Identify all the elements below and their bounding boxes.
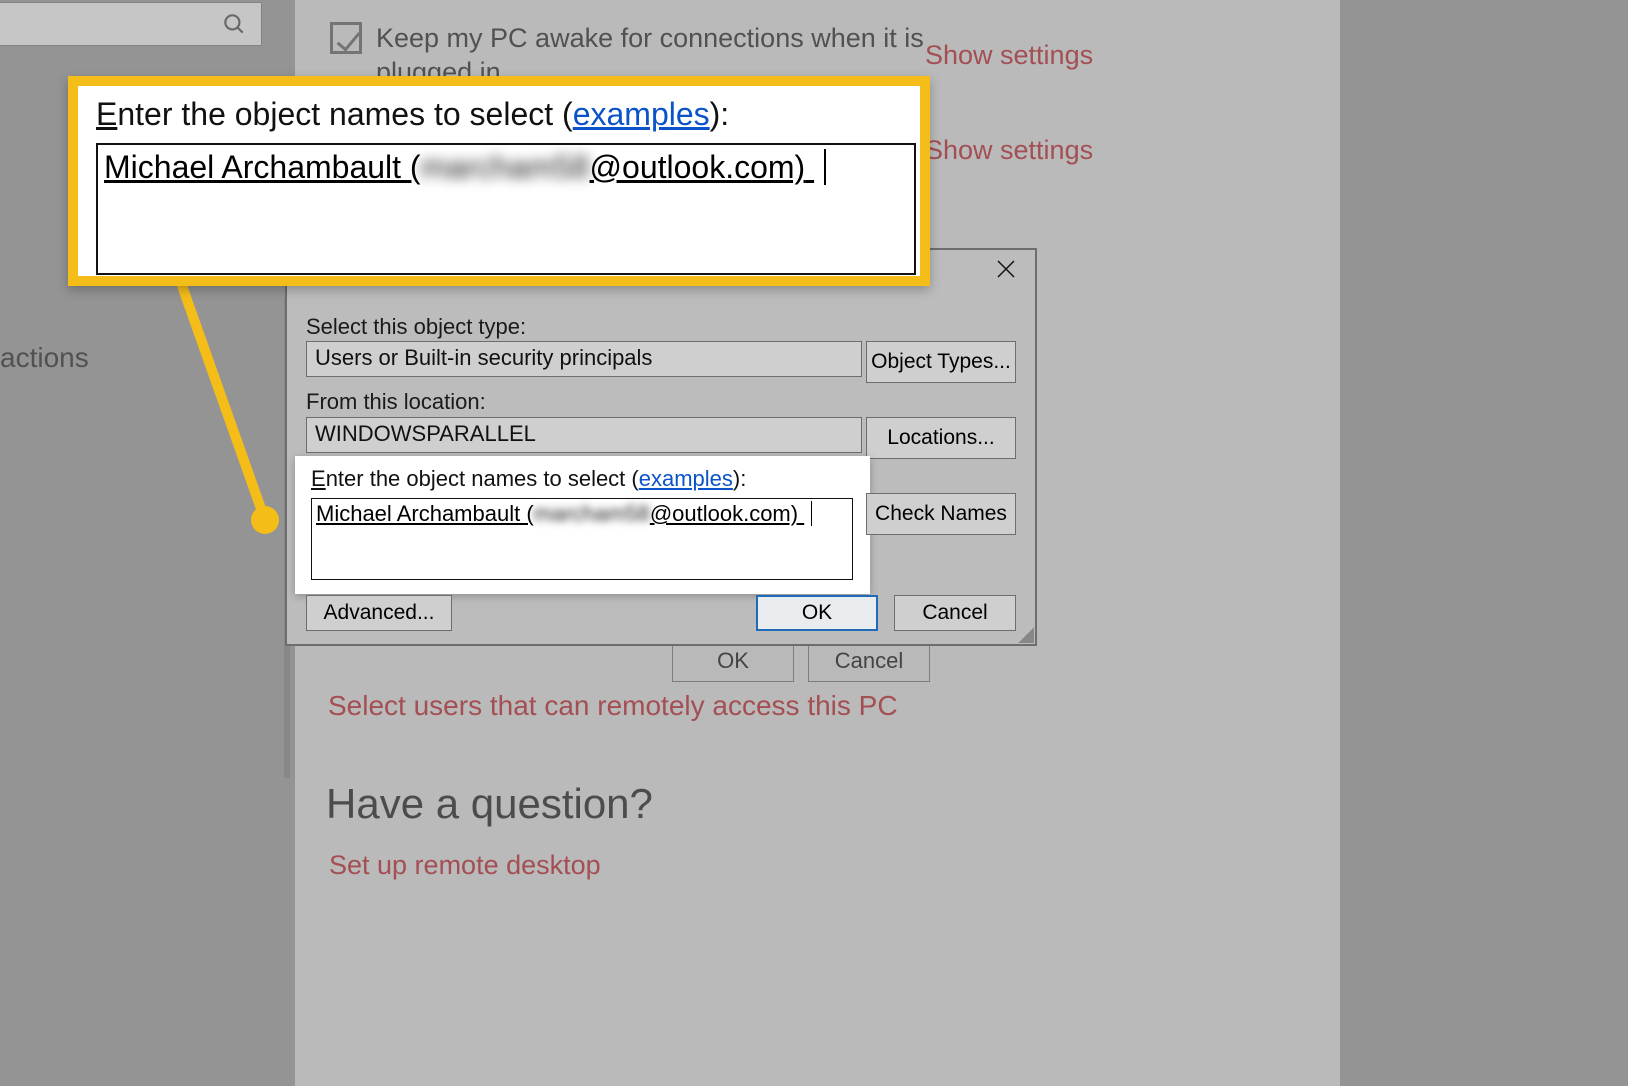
object-names-highlight-panel: Enter the object names to select (exampl…: [295, 456, 870, 594]
sidebar-actions-label: actions: [0, 342, 89, 374]
locations-button[interactable]: Locations...: [866, 417, 1016, 459]
callout-label-post: ):: [710, 96, 730, 132]
object-names-label: Enter the object names to select (exampl…: [311, 466, 854, 492]
location-label: From this location:: [306, 389, 486, 415]
resize-grip-icon[interactable]: [1018, 627, 1034, 643]
search-input[interactable]: [0, 2, 262, 46]
callout-label-pre: nter the object names to select (: [117, 96, 572, 132]
callout-label: Enter the object names to select (exampl…: [96, 96, 902, 133]
cancel-button[interactable]: Cancel: [894, 595, 1016, 631]
object-names-label-post: ):: [733, 466, 746, 491]
check-names-button[interactable]: Check Names: [866, 493, 1016, 535]
object-names-input[interactable]: Michael Archambault (marcham58@outlook.c…: [311, 498, 853, 580]
keep-awake-checkbox[interactable]: [330, 22, 362, 54]
setup-remote-desktop-link[interactable]: Set up remote desktop: [329, 850, 601, 881]
advanced-button[interactable]: Advanced...: [306, 595, 452, 631]
underlying-dialog-buttons: OK Cancel: [672, 640, 930, 682]
dialog-close-button[interactable]: [976, 249, 1036, 294]
callout-examples-link[interactable]: examples: [573, 96, 710, 132]
callout-input-box[interactable]: Michael Archambault (marcham58@outlook.c…: [96, 143, 916, 275]
object-names-value-tail: @outlook.com): [650, 501, 798, 526]
object-type-label: Select this object type:: [306, 314, 526, 340]
object-names-label-underline: E: [311, 466, 326, 491]
object-names-value-redacted: marcham58: [534, 501, 650, 527]
object-types-button[interactable]: Object Types...: [866, 341, 1016, 383]
location-field[interactable]: WINDOWSPARALLEL: [306, 417, 862, 453]
object-type-field[interactable]: Users or Built-in security principals: [306, 341, 862, 377]
show-settings-link-2[interactable]: Show settings: [925, 135, 1093, 166]
object-names-label-pre: nter the object names to select (: [326, 466, 639, 491]
have-a-question-heading: Have a question?: [326, 780, 653, 828]
ok-button[interactable]: OK: [756, 595, 878, 631]
callout-value-head: Michael Archambault (: [104, 149, 421, 185]
select-users-link[interactable]: Select users that can remotely access th…: [328, 690, 898, 722]
right-gutter: [1340, 0, 1628, 1086]
underlying-cancel-button[interactable]: Cancel: [808, 640, 930, 682]
callout-magnifier: Enter the object names to select (exampl…: [68, 76, 930, 286]
close-icon: [996, 258, 1016, 286]
select-users-dialog: Select this object type: Users or Built-…: [285, 248, 1037, 646]
callout-value-tail: @outlook.com): [590, 149, 806, 185]
object-names-value-head: Michael Archambault (: [316, 501, 534, 526]
underlying-ok-button[interactable]: OK: [672, 640, 794, 682]
callout-value-redacted: marcham58: [421, 149, 590, 186]
show-settings-link-1[interactable]: Show settings: [925, 40, 1093, 71]
search-icon: [221, 11, 247, 37]
examples-link[interactable]: examples: [639, 466, 733, 491]
